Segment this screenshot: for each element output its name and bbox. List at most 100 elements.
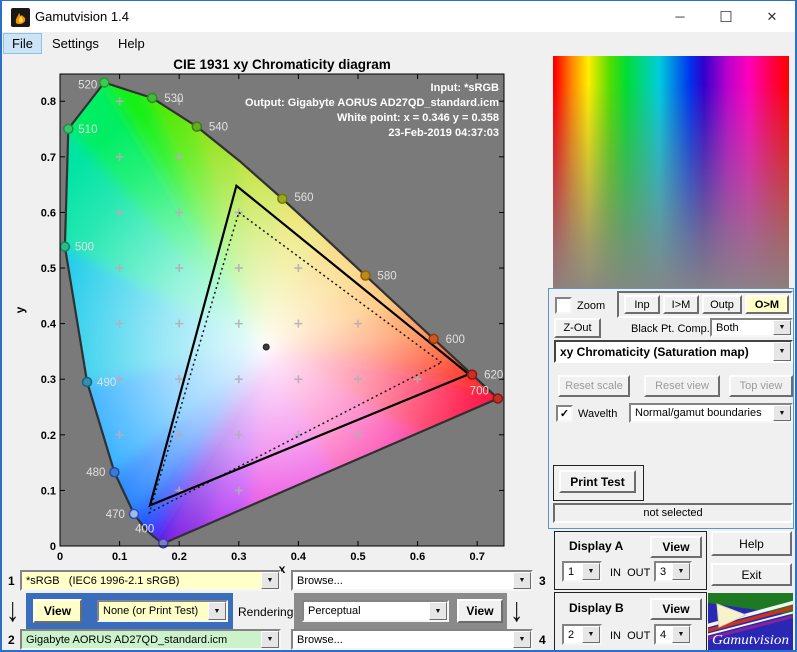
display-a-view-button[interactable]: View [650, 536, 702, 558]
zoom-checkbox-row: Zoom [555, 297, 605, 314]
slot4-number: 4 [539, 633, 546, 647]
chevron-down-icon: ▼ [773, 320, 791, 335]
chevron-down-icon: ▼ [208, 602, 226, 620]
svg-text:520: 520 [78, 79, 97, 91]
svg-text:0.1: 0.1 [41, 485, 56, 497]
gamutvision-window: Gamutvision 1.4 ─ ☐ ✕ File Settings Help… [0, 0, 797, 652]
svg-text:0.8: 0.8 [41, 96, 56, 108]
chevron-down-icon: ▼ [513, 631, 531, 648]
rendering-panel: Perceptual ▼ View [294, 593, 507, 629]
outp-button[interactable]: Outp [702, 295, 742, 314]
svg-text:0.4: 0.4 [41, 319, 57, 331]
display-b-out-dropdown[interactable]: 4 ▼ [654, 624, 692, 645]
chevron-down-icon: ▼ [773, 342, 791, 361]
view-map-button[interactable]: View [33, 599, 82, 623]
chevron-down-icon: ▼ [672, 626, 690, 643]
chart-annotations: Input: *sRGB Output: Gigabyte AORUS AD27… [132, 81, 499, 141]
svg-text:0.2: 0.2 [172, 551, 187, 563]
map-panel: View None (or Print Test) ▼ [26, 593, 233, 629]
exit-button[interactable]: Exit [711, 563, 792, 586]
view-rendering-button[interactable]: View [457, 599, 503, 623]
rendering-intent-dropdown[interactable]: Perceptual ▼ [302, 600, 449, 622]
help-button[interactable]: Help [711, 531, 792, 556]
svg-text:0.3: 0.3 [231, 551, 246, 563]
svg-text:0.1: 0.1 [112, 551, 127, 563]
svg-text:0.7: 0.7 [470, 551, 485, 563]
svg-text:0.7: 0.7 [41, 152, 56, 164]
boundaries-dropdown[interactable]: Normal/gamut boundaries ▼ [629, 403, 793, 423]
annot-whitepoint: White point: x = 0.346 y = 0.358 [336, 112, 499, 124]
menu-file[interactable]: File [3, 33, 42, 54]
io-button-group: Inp I>M Outp O>M [617, 291, 793, 318]
close-button[interactable]: ✕ [749, 1, 795, 32]
chevron-down-icon: ▼ [429, 602, 447, 620]
annot-output: Output: Gigabyte AORUS AD27QD_standard.i… [244, 97, 499, 109]
down-arrow-right-icon: ↓ [510, 591, 524, 629]
annot-input: Input: *sRGB [430, 82, 499, 94]
chevron-down-icon: ▼ [261, 631, 279, 648]
bpc-dropdown[interactable]: Both ▼ [710, 318, 793, 337]
view-mode-dropdown[interactable]: xy Chromaticity (Saturation map) ▼ [554, 340, 793, 363]
svg-text:490: 490 [97, 377, 116, 389]
zout-button[interactable]: Z-Out [554, 318, 601, 338]
display-b-group: Display B View 2 ▼ IN OUT 4 ▼ [554, 592, 707, 650]
reset-scale-button[interactable]: Reset scale [558, 375, 630, 397]
svg-text:500: 500 [75, 242, 94, 254]
annot-date: 23-Feb-2019 04:37:03 [388, 127, 499, 139]
svg-text:620: 620 [484, 370, 503, 382]
status-bar: not selected [553, 503, 793, 523]
gamutvision-logo: Gamutvision [708, 593, 793, 650]
svg-text:480: 480 [86, 467, 105, 479]
title-bar: Gamutvision 1.4 ─ ☐ ✕ [2, 1, 795, 32]
output-profile-dropdown[interactable]: Gigabyte AORUS AD27QD_standard.icm ▼ [20, 629, 281, 650]
print-test-frame: Print Test [553, 465, 644, 501]
svg-text:0.6: 0.6 [41, 207, 56, 219]
chevron-down-icon: ▼ [513, 572, 531, 589]
browse-bottom-dropdown[interactable]: Browse... ▼ [291, 629, 533, 650]
print-test-button[interactable]: Print Test [559, 470, 636, 493]
reset-view-button[interactable]: Reset view [644, 375, 720, 397]
svg-text:0.4: 0.4 [291, 551, 307, 563]
window-title: Gamutvision 1.4 [35, 9, 129, 24]
rendering-label: Rendering [238, 605, 294, 619]
map-dropdown[interactable]: None (or Print Test) ▼ [97, 600, 228, 622]
menu-help[interactable]: Help [109, 33, 154, 54]
browse-top-dropdown[interactable]: Browse... ▼ [291, 570, 533, 591]
slot2-number: 2 [8, 633, 15, 647]
saturation-map-preview [553, 56, 789, 288]
svg-text:560: 560 [294, 192, 313, 204]
svg-text:0.6: 0.6 [410, 551, 425, 563]
svg-text:0.3: 0.3 [41, 374, 56, 386]
minimize-button[interactable]: ─ [657, 1, 703, 32]
menu-settings[interactable]: Settings [43, 33, 108, 54]
chevron-down-icon: ▼ [261, 572, 279, 589]
om-button[interactable]: O>M [745, 295, 789, 314]
svg-text:y: y [13, 306, 27, 313]
chevron-down-icon: ▼ [582, 626, 600, 643]
zoom-label: Zoom [577, 299, 606, 312]
input-profile-dropdown[interactable]: *sRGB (IEC6 1996-2.1 sRGB) ▼ [20, 570, 281, 591]
display-a-group: Display A View 1 ▼ IN OUT 3 ▼ [554, 531, 707, 590]
maximize-button[interactable]: ☐ [703, 1, 749, 32]
svg-text:0: 0 [57, 551, 63, 563]
display-b-in-dropdown[interactable]: 2 ▼ [562, 624, 602, 645]
menu-bar: File Settings Help [2, 32, 795, 55]
display-a-out-dropdown[interactable]: 3 ▼ [654, 561, 692, 582]
im-button[interactable]: I>M [663, 295, 699, 314]
wavelth-row: ✓ Wavelth [556, 405, 617, 422]
bpc-label: Black Pt. Comp. [631, 323, 710, 335]
top-view-button[interactable]: Top view [729, 375, 793, 397]
wavelth-checkbox[interactable]: ✓ [556, 405, 573, 422]
display-b-inout-label: IN OUT [610, 630, 651, 642]
zoom-checkbox[interactable] [555, 297, 572, 314]
display-b-view-button[interactable]: View [650, 598, 702, 620]
display-a-in-dropdown[interactable]: 1 ▼ [562, 561, 602, 582]
svg-text:0.5: 0.5 [350, 551, 365, 563]
app-icon [11, 8, 30, 27]
down-arrow-left-icon: ↓ [6, 591, 20, 629]
chevron-down-icon: ▼ [672, 563, 690, 580]
svg-text:700: 700 [470, 386, 489, 398]
logo-text: Gamutvision [712, 633, 789, 648]
slot3-number: 3 [539, 574, 546, 588]
inp-button[interactable]: Inp [624, 295, 660, 314]
